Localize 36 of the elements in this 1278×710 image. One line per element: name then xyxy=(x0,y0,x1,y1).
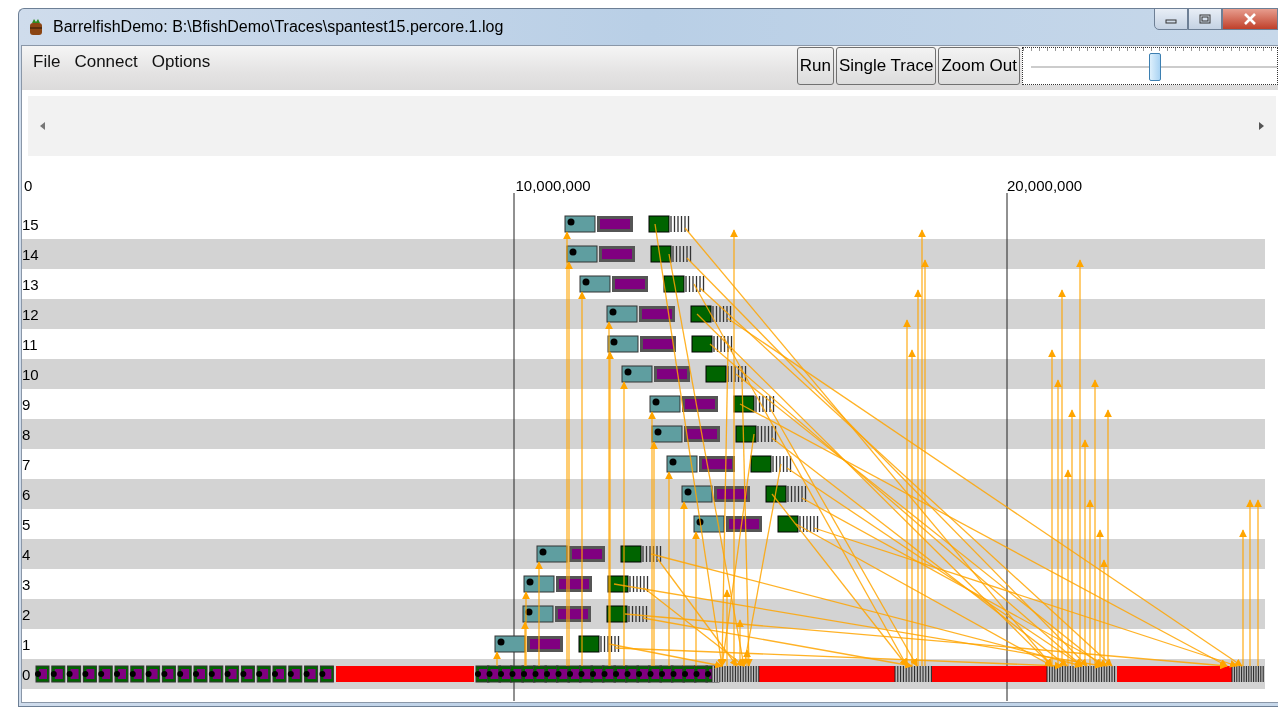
scroll-left-icon[interactable] xyxy=(40,122,45,130)
scroll-right-icon[interactable] xyxy=(1259,122,1264,130)
row-label: 5 xyxy=(22,516,31,533)
axis-label: 20,000,000 xyxy=(1007,177,1083,194)
toolbar-button[interactable]: Single Trace xyxy=(835,47,937,85)
axis-label: 10,000,000 xyxy=(515,177,591,194)
close-button[interactable] xyxy=(1222,8,1278,30)
maximize-icon xyxy=(1199,14,1211,24)
row-label: 13 xyxy=(22,276,39,293)
row-label: 10 xyxy=(22,366,39,383)
row-label: 12 xyxy=(22,306,39,323)
toolbar-button[interactable]: Zoom Out xyxy=(938,47,1020,85)
row-label: 4 xyxy=(22,546,31,563)
menu-item[interactable]: File xyxy=(26,50,68,74)
maximize-button[interactable] xyxy=(1188,8,1222,30)
window-title: BarrelfishDemo: B:\BfishDemo\Traces\spantest15.percore.1.log xyxy=(53,18,504,36)
minimize-button[interactable] xyxy=(1154,8,1188,30)
axis-label: 0 xyxy=(24,177,33,194)
row-label: 9 xyxy=(22,396,31,413)
row-label: 2 xyxy=(22,606,31,623)
row-label: 3 xyxy=(22,576,31,593)
slider-thumb[interactable] xyxy=(1149,53,1162,81)
row-label: 6 xyxy=(22,486,31,503)
close-icon xyxy=(1243,13,1257,25)
row-label: 1 xyxy=(22,636,31,653)
row-label: 15 xyxy=(22,216,39,233)
toolbar-button[interactable]: Run xyxy=(796,47,834,85)
row-label: 8 xyxy=(22,426,31,443)
row-label: 7 xyxy=(22,456,31,473)
menu-item[interactable]: Connect xyxy=(67,50,145,74)
menu-item[interactable]: Options xyxy=(144,50,218,74)
row-label: 0 xyxy=(22,666,31,683)
row-label: 11 xyxy=(22,336,38,353)
barrel-icon xyxy=(27,18,45,36)
zoom-slider[interactable] xyxy=(1022,47,1278,85)
row-label: 14 xyxy=(22,246,39,263)
